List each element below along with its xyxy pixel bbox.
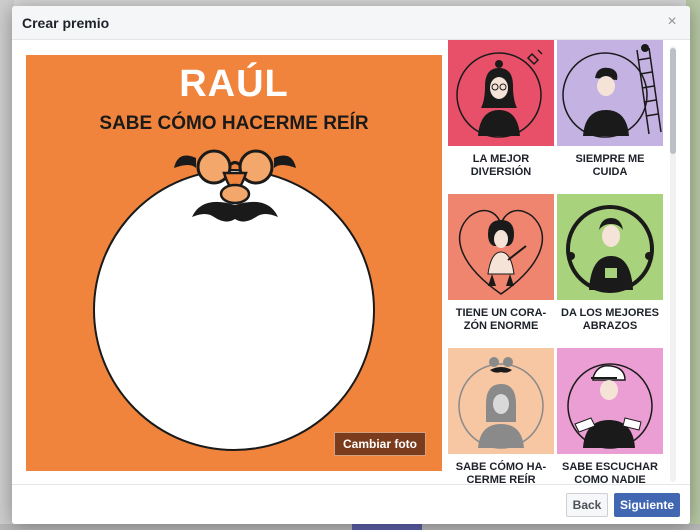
dialog-title: Crear premio xyxy=(22,14,110,31)
create-award-dialog: Crear premio × RAÚL SABE CÓMO HACERME RE… xyxy=(12,6,690,524)
award-option-label: TIENE UN CORA-ZÓN ENORME xyxy=(455,307,547,332)
award-caption: SABE CÓMO HACERME REÍR xyxy=(99,113,369,134)
scrollbar-thumb[interactable] xyxy=(670,48,676,154)
award-thumbnail xyxy=(448,40,554,146)
next-button[interactable]: Siguiente xyxy=(614,493,680,517)
award-thumbnail xyxy=(448,348,554,454)
change-photo-button[interactable]: Cambiar foto xyxy=(334,432,426,456)
dialog-footer: Back Siguiente xyxy=(12,484,690,524)
back-button[interactable]: Back xyxy=(566,493,608,517)
award-options-panel: LA MEJOR DIVERSIÓN SIEMPRE ME CUIDA TIEN… xyxy=(448,40,678,484)
award-recipient-name: RAÚL xyxy=(179,63,289,105)
person-icon xyxy=(456,49,543,138)
close-icon[interactable]: × xyxy=(664,14,680,30)
dialog-body: RAÚL SABE CÓMO HACERME REÍR Cambiar foto xyxy=(12,40,690,484)
award-option[interactable]: SABE CÓMO HA-CERME REÍR xyxy=(448,348,554,484)
award-option[interactable]: SABE ESCUCHAR COMO NADIE xyxy=(557,348,663,484)
award-option[interactable]: LA MEJOR DIVERSIÓN xyxy=(448,40,554,194)
award-option-label: LA MEJOR DIVERSIÓN xyxy=(470,153,532,178)
award-option-label: SABE CÓMO HA-CERME REÍR xyxy=(455,461,547,484)
heart-person-icon xyxy=(458,209,544,295)
disguise-person-icon xyxy=(458,357,544,449)
person-ladder-icon xyxy=(562,44,662,138)
listening-person-icon xyxy=(567,363,653,449)
background-chip xyxy=(352,524,422,530)
award-options-grid: LA MEJOR DIVERSIÓN SIEMPRE ME CUIDA TIEN… xyxy=(448,40,668,484)
award-thumbnail xyxy=(448,194,554,300)
award-option[interactable]: SIEMPRE ME CUIDA xyxy=(557,40,663,194)
award-option-label: SABE ESCUCHAR COMO NADIE xyxy=(562,461,658,484)
award-option[interactable]: DA LOS MEJORES ABRAZOS xyxy=(557,194,663,348)
award-thumbnail xyxy=(557,194,663,300)
award-option-label: SIEMPRE ME CUIDA xyxy=(575,153,645,178)
award-thumbnail xyxy=(557,40,663,146)
award-option[interactable]: TIENE UN CORA-ZÓN ENORME xyxy=(448,194,554,348)
award-preview: RAÚL SABE CÓMO HACERME REÍR Cambiar foto xyxy=(26,55,442,471)
award-thumbnail xyxy=(557,348,663,454)
award-options-scrollbar[interactable] xyxy=(670,46,676,482)
award-option-label: DA LOS MEJORES ABRAZOS xyxy=(561,307,659,332)
hugging-person-icon xyxy=(566,205,654,293)
background-bottom-strip xyxy=(0,524,700,530)
dialog-header: Crear premio × xyxy=(12,6,690,40)
